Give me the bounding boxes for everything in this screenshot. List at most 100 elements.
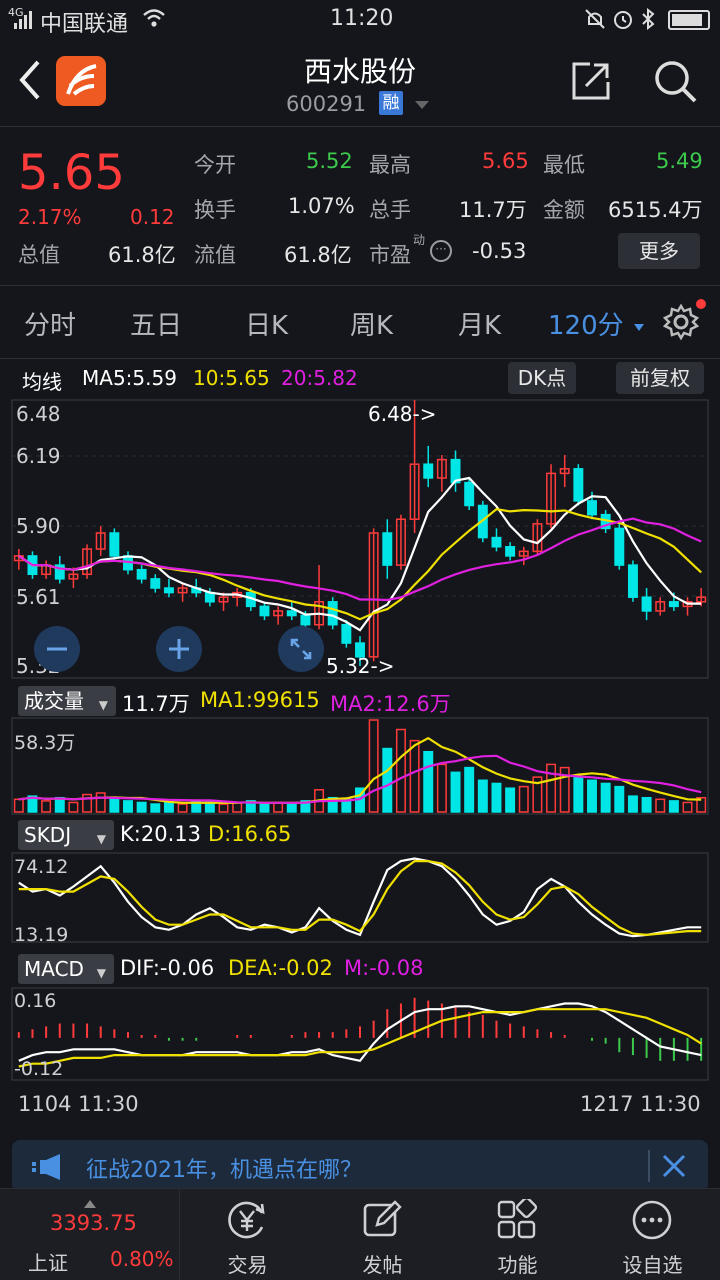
- volume-ma1: MA1:99615: [200, 688, 320, 712]
- volume-ma2: MA2:12.6万: [330, 692, 451, 716]
- volume-bar: [436, 763, 447, 813]
- macd-dif-value: DIF:-0.06: [120, 956, 215, 980]
- stock-code: 600291: [286, 92, 367, 116]
- tab-daily-k[interactable]: 日K: [245, 305, 288, 342]
- volume-bar: [505, 787, 516, 813]
- mute-icon: [584, 8, 606, 36]
- tab-intraday[interactable]: 分时: [24, 305, 76, 342]
- more-circle-icon: [631, 1199, 673, 1245]
- open-value: 5.52: [306, 149, 353, 173]
- notification-dot: [696, 299, 706, 309]
- tab-dropdown-icon[interactable]: [634, 317, 644, 336]
- macd-indicator-selector[interactable]: MACD ▼: [18, 954, 114, 984]
- amount-label: 金额: [543, 198, 585, 222]
- kdj-d-line: [18, 860, 702, 937]
- app-header: 西水股份 600291 融: [0, 40, 720, 126]
- share-icon[interactable]: [570, 60, 612, 106]
- nav-trade-label: 交易: [227, 1253, 268, 1277]
- total-cap-value: 61.8亿: [108, 243, 176, 267]
- kdj-indicator-selector[interactable]: SKDJ ▼: [18, 820, 114, 850]
- pe-type-superscript: 动: [413, 233, 426, 247]
- zoom-out-button[interactable]: [34, 626, 80, 672]
- dk-point-button[interactable]: DK点: [508, 362, 576, 394]
- volume-bar: [13, 798, 24, 813]
- time-axis-start: 1104 11:30: [18, 1092, 139, 1116]
- ma5-value: MA5:5.59: [82, 366, 177, 390]
- candle-body: [150, 578, 161, 589]
- kline-axis-tick: 5.90: [16, 514, 61, 538]
- ma5-line: [18, 476, 702, 632]
- volume-bar: [273, 801, 284, 813]
- candle-body: [614, 527, 625, 566]
- nav-post[interactable]: 发帖: [315, 1189, 450, 1280]
- tab-five-day[interactable]: 五日: [130, 305, 182, 342]
- alarm-icon: [612, 8, 634, 36]
- volume-bar: [450, 771, 461, 813]
- volume-value: 11.7万: [459, 198, 527, 222]
- volume-bar: [204, 801, 215, 813]
- volume-bar: [546, 763, 557, 813]
- adjust-price-button[interactable]: 前复权: [616, 362, 704, 394]
- high-marker: 6.48->: [368, 402, 437, 426]
- fullscreen-icon[interactable]: [278, 626, 324, 672]
- tab-weekly-k[interactable]: 周K: [350, 305, 393, 342]
- margin-badge: 融: [379, 91, 403, 115]
- stock-name: 西水股份: [303, 55, 416, 88]
- banner-divider: [648, 1150, 650, 1182]
- promo-banner[interactable]: 征战2021年，机遇点在哪？: [12, 1140, 708, 1192]
- nav-add-watchlist[interactable]: 设自选: [585, 1189, 720, 1280]
- candle-body: [627, 564, 638, 598]
- candle-body: [505, 546, 516, 557]
- wifi-icon: [142, 8, 166, 34]
- kline-axis-tick: 5.61: [16, 585, 61, 609]
- tab-monthly-k[interactable]: 月K: [458, 305, 501, 342]
- macd-m-value: M:-0.08: [344, 956, 424, 980]
- index-name: 上证: [28, 1251, 68, 1275]
- pe-value: -0.53: [472, 239, 527, 263]
- candle-body: [491, 536, 502, 548]
- high-value: 5.65: [482, 149, 529, 173]
- tab-120-min[interactable]: 120分: [548, 305, 624, 342]
- kline-axis-tick: 6.19: [16, 444, 61, 468]
- more-button[interactable]: 更多: [618, 233, 700, 269]
- volume-bar: [477, 779, 488, 813]
- candle-body: [382, 532, 393, 566]
- edit-post-icon: [361, 1199, 403, 1245]
- volume-indicator-selector[interactable]: 成交量 ▼: [18, 686, 116, 716]
- volume-bar: [423, 750, 434, 813]
- dropdown-arrow-icon[interactable]: [414, 96, 430, 115]
- nav-functions[interactable]: 功能: [450, 1189, 585, 1280]
- up-triangle-icon: [84, 1193, 96, 1212]
- kdj-axis-top: 74.12: [14, 856, 69, 878]
- volume-bar: [54, 796, 65, 813]
- close-icon[interactable]: [660, 1152, 688, 1184]
- time-axis-end: 1217 11:30: [580, 1092, 701, 1116]
- status-bar: 4G 中国联通 11:20: [0, 0, 720, 40]
- candle-body: [136, 568, 147, 580]
- nav-post-label: 发帖: [362, 1253, 403, 1277]
- megaphone-icon: [32, 1154, 76, 1184]
- volume-bar: [600, 782, 611, 813]
- chevron-down-icon: ▼: [98, 698, 108, 712]
- more-options-icon[interactable]: ···: [430, 240, 452, 262]
- nav-trade[interactable]: 交易: [180, 1189, 315, 1280]
- volume-current: 11.7万: [122, 692, 190, 716]
- float-cap-value: 61.8亿: [284, 243, 352, 267]
- stock-charts: [11, 399, 709, 1081]
- battery-icon: [668, 10, 710, 30]
- search-icon[interactable]: [652, 58, 698, 108]
- volume-bar: [368, 719, 379, 813]
- candle-body: [573, 468, 584, 502]
- index-ticker[interactable]: 3393.75 上证 0.80%: [0, 1189, 180, 1280]
- settings-gear-icon[interactable]: [662, 303, 700, 345]
- zoom-in-button[interactable]: [156, 626, 202, 672]
- signal-icon: [12, 10, 34, 29]
- float-cap-label: 流值: [194, 243, 236, 267]
- change-percent: 2.17%: [18, 205, 82, 229]
- index-change: 0.80%: [110, 1247, 174, 1271]
- stock-detail-screen: { "status": {"network": "4G", "carrier":…: [0, 0, 720, 1280]
- volume-bar: [259, 803, 270, 813]
- volume-selector-label: 成交量: [24, 689, 84, 713]
- volume-bar: [136, 801, 147, 813]
- low-label: 最低: [543, 153, 585, 177]
